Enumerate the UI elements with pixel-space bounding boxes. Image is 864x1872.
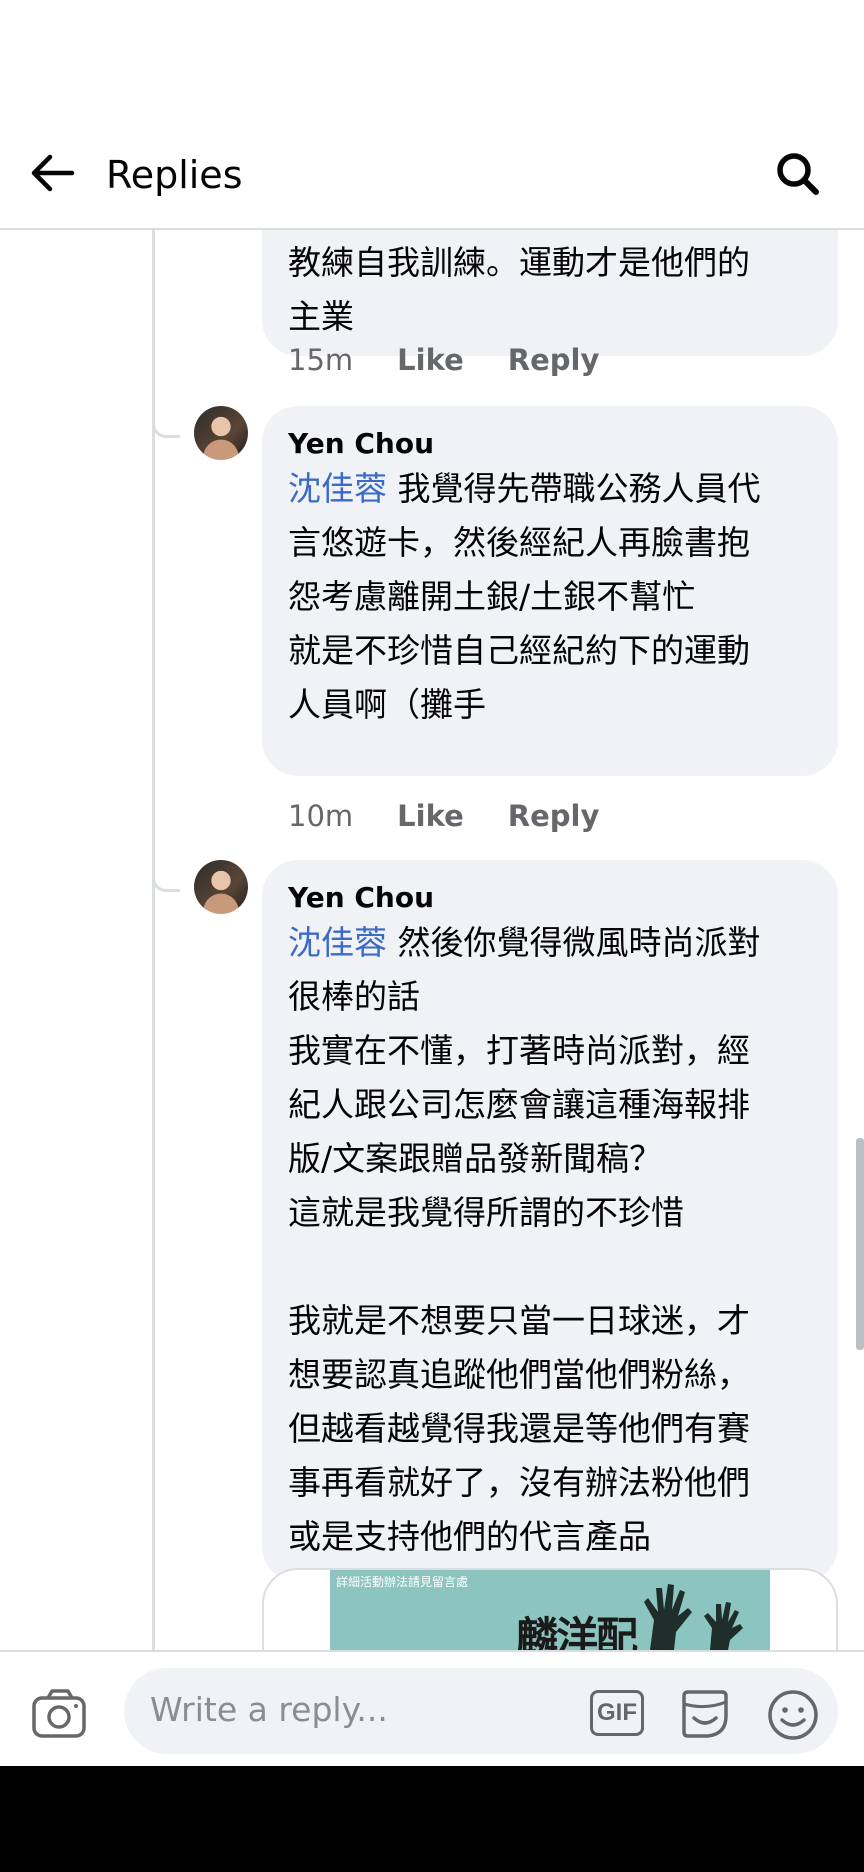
- comment-text-line: 但越看越覺得我還是等他們有賽: [288, 1409, 750, 1448]
- comment-text-line: 事再看就好了，沒有辦法粉他們: [288, 1463, 750, 1502]
- comment-text-line: 版/文案跟贈品發新聞稿？: [288, 1139, 663, 1178]
- comment-text-line: 主業: [288, 297, 354, 336]
- avatar[interactable]: [194, 406, 248, 460]
- back-button[interactable]: [24, 148, 80, 198]
- thread-branch: [152, 862, 180, 892]
- reply-button[interactable]: Reply: [508, 340, 600, 380]
- system-navigation-bar: [0, 1766, 864, 1872]
- comment-text-line: 我就是不想要只當一日球迷，才: [288, 1301, 750, 1340]
- comment-text-line: 很棒的話: [288, 977, 420, 1016]
- gif-icon[interactable]: GIF: [590, 1690, 644, 1736]
- comment-text: 我覺得先帶職公務人員代: [387, 469, 761, 508]
- sticker-icon: [682, 1690, 728, 1738]
- app-header: Replies: [0, 0, 864, 230]
- raised-hands-graphic: [644, 1584, 743, 1650]
- comment-text-line: 怨考慮離開土銀/土銀不幫忙: [288, 577, 696, 616]
- comment-actions: 10m Like Reply: [288, 796, 599, 836]
- thread-line: [152, 230, 155, 1650]
- like-button[interactable]: Like: [397, 340, 464, 380]
- emoji-icon: [768, 1690, 818, 1740]
- thread-branch: [152, 408, 180, 438]
- comment-actions: 15m Like Reply: [288, 340, 599, 380]
- mention-link[interactable]: 沈佳蓉: [288, 923, 387, 962]
- comment-timestamp: 10m: [288, 799, 354, 833]
- page-title: Replies: [106, 153, 243, 197]
- reply-input-placeholder: Write a reply...: [150, 1690, 388, 1729]
- comment-text-line: 或是支持他們的代言產品: [288, 1517, 651, 1556]
- comment-text-line: 言悠遊卡，然後經紀人再臉書抱: [288, 523, 750, 562]
- poster-caption: 詳細活動辦法請見留言處: [336, 1575, 469, 1589]
- comment-text-line: 想要認真追蹤他們當他們粉絲，: [288, 1355, 750, 1394]
- poster-headline: 麟洋配: [516, 1613, 638, 1650]
- search-icon: [777, 153, 819, 195]
- comment-timestamp: 15m: [288, 343, 354, 377]
- sticker-button[interactable]: [678, 1688, 732, 1740]
- comment-text-line: 我實在不懂，打著時尚派對，經: [288, 1031, 750, 1070]
- scrollbar[interactable]: [856, 1138, 864, 1350]
- comment-text-line: 這就是我覺得所謂的不珍惜: [288, 1193, 684, 1232]
- camera-button[interactable]: [30, 1686, 90, 1742]
- mention-link[interactable]: 沈佳蓉: [288, 469, 387, 508]
- like-button[interactable]: Like: [397, 796, 464, 836]
- reply-composer: Write a reply... GIF: [0, 1650, 864, 1766]
- image-attachment[interactable]: 詳細活動辦法請見留言處 麟洋配: [262, 1568, 838, 1650]
- comment-text-line: 教練自我訓練。運動才是他們的: [288, 243, 750, 282]
- camera-icon: [32, 1689, 86, 1738]
- reply-button[interactable]: Reply: [508, 796, 600, 836]
- comment-text-line: 人員啊（攤手: [288, 685, 486, 724]
- comment-author[interactable]: Yen Chou: [288, 880, 812, 916]
- comment-text-line: 就是不珍惜自己經紀約下的運動: [288, 631, 750, 670]
- comment-text: 然後你覺得微風時尚派對: [387, 923, 761, 962]
- emoji-button[interactable]: [766, 1688, 820, 1742]
- avatar[interactable]: [194, 860, 248, 914]
- comment-bubble[interactable]: 教練自我訓練。運動才是他們的 主業: [262, 230, 838, 356]
- arrow-left-icon: [31, 154, 75, 192]
- comment-text-line: 紀人跟公司怎麼會讓這種海報排: [288, 1085, 750, 1124]
- poster-image: 詳細活動辦法請見留言處 麟洋配: [330, 1570, 770, 1650]
- reply-thread: 教練自我訓練。運動才是他們的 主業 15m Like Reply Yen Cho…: [0, 230, 864, 1650]
- comment-bubble[interactable]: Yen Chou 沈佳蓉 然後你覺得微風時尚派對 很棒的話 我實在不懂，打著時尚…: [262, 860, 838, 1582]
- comment-author[interactable]: Yen Chou: [288, 426, 812, 462]
- search-button[interactable]: [770, 146, 826, 202]
- comment-bubble[interactable]: Yen Chou 沈佳蓉 我覺得先帶職公務人員代 言悠遊卡，然後經紀人再臉書抱 …: [262, 406, 838, 776]
